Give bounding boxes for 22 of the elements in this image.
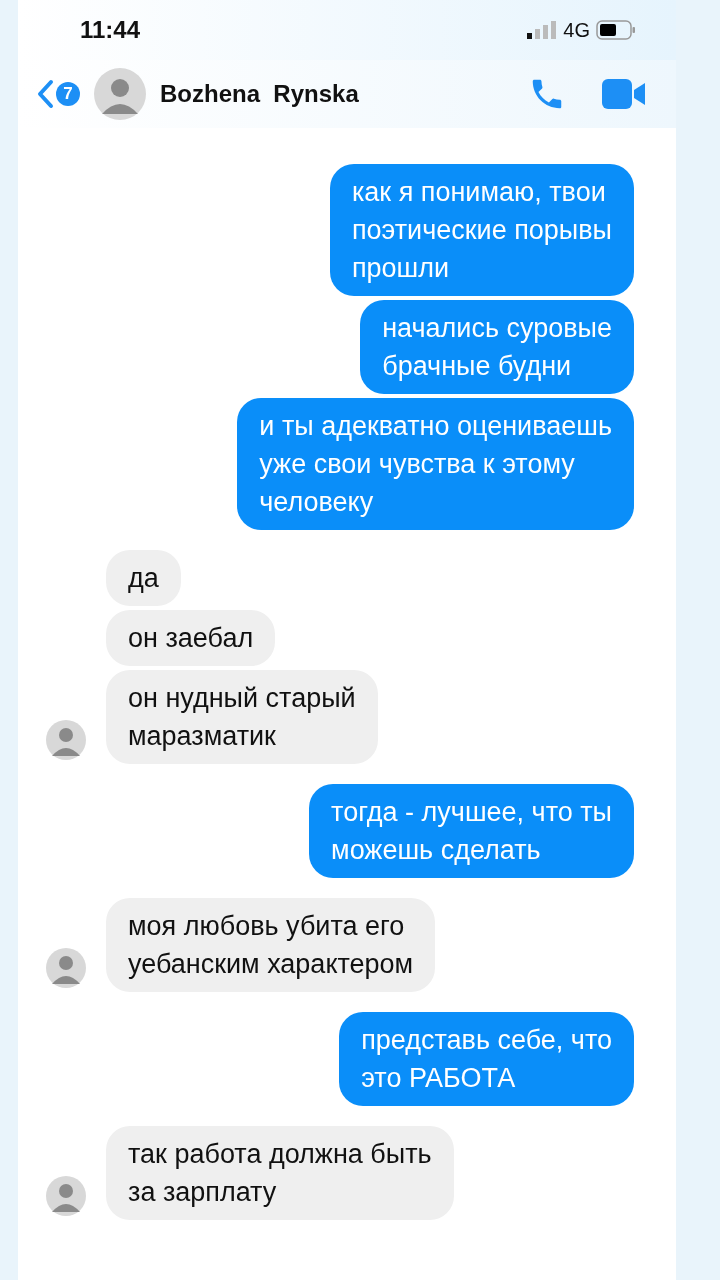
video-camera-icon[interactable] [602, 79, 646, 109]
received-message: он нудный старый маразматик [106, 670, 378, 764]
network-label: 4G [563, 18, 590, 42]
sent-message: тогда - лучшее, что ты можешь сделать [309, 784, 634, 878]
back-icon [36, 79, 54, 109]
sent-message: начались суровые брачные будни [360, 300, 634, 394]
avatar[interactable] [46, 948, 86, 988]
battery-icon [596, 20, 636, 40]
sent-message: и ты адекватно оцениваешь уже свои чувства к этому человеку [237, 398, 634, 530]
sent-message: представь себе, что это РАБОТА [339, 1012, 634, 1106]
signal-icon [527, 21, 558, 39]
back-button[interactable]: 7 [36, 79, 80, 109]
received-message: так работа должна быть за зарплату [106, 1126, 454, 1220]
contact-name: Bozhena Rynska [160, 80, 360, 108]
sent-message: как я понимаю, твои поэтические порывы прошли [329, 164, 634, 296]
received-message: моя любовь убита его уебанским характером [106, 898, 436, 992]
received-message: он заебал [106, 610, 276, 666]
avatar[interactable] [46, 1176, 86, 1216]
status-time: 11:44 [80, 16, 141, 44]
avatar[interactable] [94, 68, 146, 120]
avatar[interactable] [46, 720, 86, 760]
received-message: да [106, 550, 181, 606]
